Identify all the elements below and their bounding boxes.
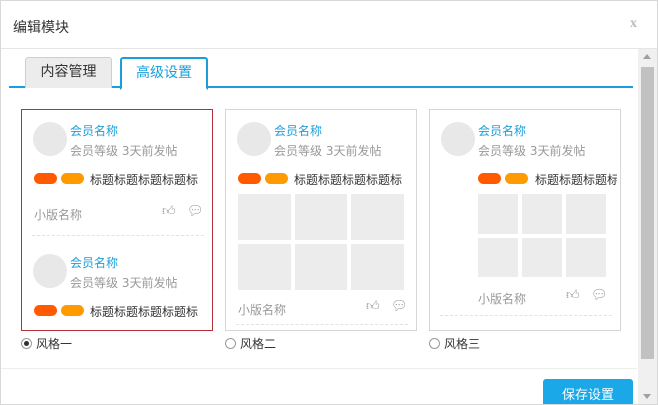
scrollbar-thumb[interactable] — [641, 67, 654, 359]
avatar — [33, 122, 67, 156]
post-title: 标题标题标题标题标 — [90, 173, 199, 187]
member-name: 会员名称 — [70, 124, 119, 138]
comment-icon: 💬︎ — [391, 299, 408, 314]
tag-orange — [61, 305, 84, 316]
member-level: 会员等级 — [70, 144, 119, 158]
post-time: 3天前发帖 — [325, 144, 382, 158]
tag-red — [238, 173, 261, 184]
image-placeholder — [238, 244, 291, 290]
divider — [32, 235, 204, 236]
tag-orange — [61, 173, 84, 184]
style-1-option[interactable]: 风格一 — [21, 335, 72, 351]
member-name: 会员名称 — [70, 256, 119, 270]
avatar — [237, 122, 271, 156]
member-name: 会员名称 — [478, 124, 527, 138]
style-3-radio[interactable] — [429, 337, 440, 349]
tab-advanced-settings[interactable]: 高级设置 — [120, 57, 208, 90]
forum-name: 小版名称 — [34, 208, 83, 222]
image-placeholder — [294, 194, 348, 240]
edit-module-dialog: 编辑模块 x 内容管理 高级设置 会员名称 会员等级 3天前发帖 标题标题标题标… — [0, 0, 658, 405]
tag-orange — [505, 173, 528, 184]
footer-divider — [1, 368, 637, 369]
scroll-down-icon[interactable] — [643, 394, 651, 399]
image-placeholder — [294, 244, 348, 290]
style-3-preview[interactable]: 会员名称 会员等级 3天前发帖 标题标题标题标题 小版名称 👍︎ 💬︎ — [429, 109, 621, 331]
post-time: 3天前发帖 — [121, 144, 178, 158]
forum-name: 小版名称 — [478, 292, 527, 306]
tag-red — [34, 173, 57, 184]
member-level: 会员等级 — [274, 144, 323, 158]
image-placeholder — [566, 237, 606, 277]
image-placeholder — [478, 237, 518, 277]
post-title: 标题标题标题标题标 — [90, 305, 199, 319]
save-settings-button[interactable]: 保存设置 — [543, 379, 633, 404]
post-title: 标题标题标题标题 — [535, 173, 617, 187]
member-meta: 会员等级 3天前发帖 — [70, 274, 177, 291]
post-item: 会员名称 会员等级 3天前发帖 标题标题标题标题标 小版名称 👍︎ 💬︎ — [22, 110, 212, 230]
image-placeholder — [351, 244, 404, 290]
scroll-up-icon[interactable] — [643, 54, 651, 59]
dialog-header: 编辑模块 x — [1, 1, 657, 49]
image-placeholder — [566, 194, 606, 234]
image-placeholder — [522, 194, 562, 234]
member-meta: 会员等级 3天前发帖 — [274, 142, 381, 159]
style-2-radio[interactable] — [225, 337, 236, 349]
image-placeholder — [351, 194, 404, 240]
post-item: 会员名称 会员等级 3天前发帖 标题标题标题标题标 — [22, 242, 212, 332]
post-time: 3天前发帖 — [529, 144, 586, 158]
member-meta: 会员等级 3天前发帖 — [478, 142, 585, 159]
comment-icon: 💬︎ — [591, 288, 608, 303]
tab-bar: 内容管理 高级设置 — [9, 57, 633, 90]
dialog-title: 编辑模块 — [13, 20, 69, 36]
style-2-preview[interactable]: 会员名称 会员等级 3天前发帖 标题标题标题标题标 小版名称 👍︎ 💬︎ — [225, 109, 417, 331]
thumbs-up-icon: 👍︎ — [566, 288, 580, 303]
image-placeholder — [478, 194, 518, 234]
style-3-option[interactable]: 风格三 — [429, 335, 480, 351]
image-grid — [238, 194, 404, 290]
style-2-label: 风格二 — [240, 336, 277, 351]
thumbs-up-icon: 👍︎ — [366, 299, 380, 314]
divider — [236, 324, 408, 325]
post-time: 3天前发帖 — [121, 276, 178, 290]
vertical-scrollbar[interactable] — [638, 49, 657, 404]
member-level: 会员等级 — [70, 276, 119, 290]
post-title: 标题标题标题标题标 — [294, 173, 403, 187]
image-placeholder — [522, 237, 562, 277]
member-name: 会员名称 — [274, 124, 323, 138]
style-1-label: 风格一 — [36, 336, 73, 351]
tag-red — [478, 173, 501, 184]
divider — [440, 315, 612, 316]
forum-name: 小版名称 — [238, 303, 287, 317]
thumbs-up-icon: 👍︎ — [162, 204, 176, 219]
style-1-radio[interactable] — [21, 337, 32, 349]
member-meta: 会员等级 3天前发帖 — [70, 142, 177, 159]
tab-content-management[interactable]: 内容管理 — [25, 57, 112, 88]
image-placeholder — [238, 194, 291, 240]
style-1-preview[interactable]: 会员名称 会员等级 3天前发帖 标题标题标题标题标 小版名称 👍︎ 💬︎ 会员名… — [21, 109, 213, 331]
close-icon[interactable]: x — [630, 16, 637, 32]
style-2-option[interactable]: 风格二 — [225, 335, 276, 351]
image-grid — [478, 194, 606, 277]
tag-red — [34, 305, 57, 316]
avatar — [441, 122, 475, 156]
tag-orange — [265, 173, 288, 184]
comment-icon: 💬︎ — [187, 204, 204, 219]
member-level: 会员等级 — [478, 144, 527, 158]
style-3-label: 风格三 — [444, 336, 481, 351]
avatar — [33, 254, 67, 288]
